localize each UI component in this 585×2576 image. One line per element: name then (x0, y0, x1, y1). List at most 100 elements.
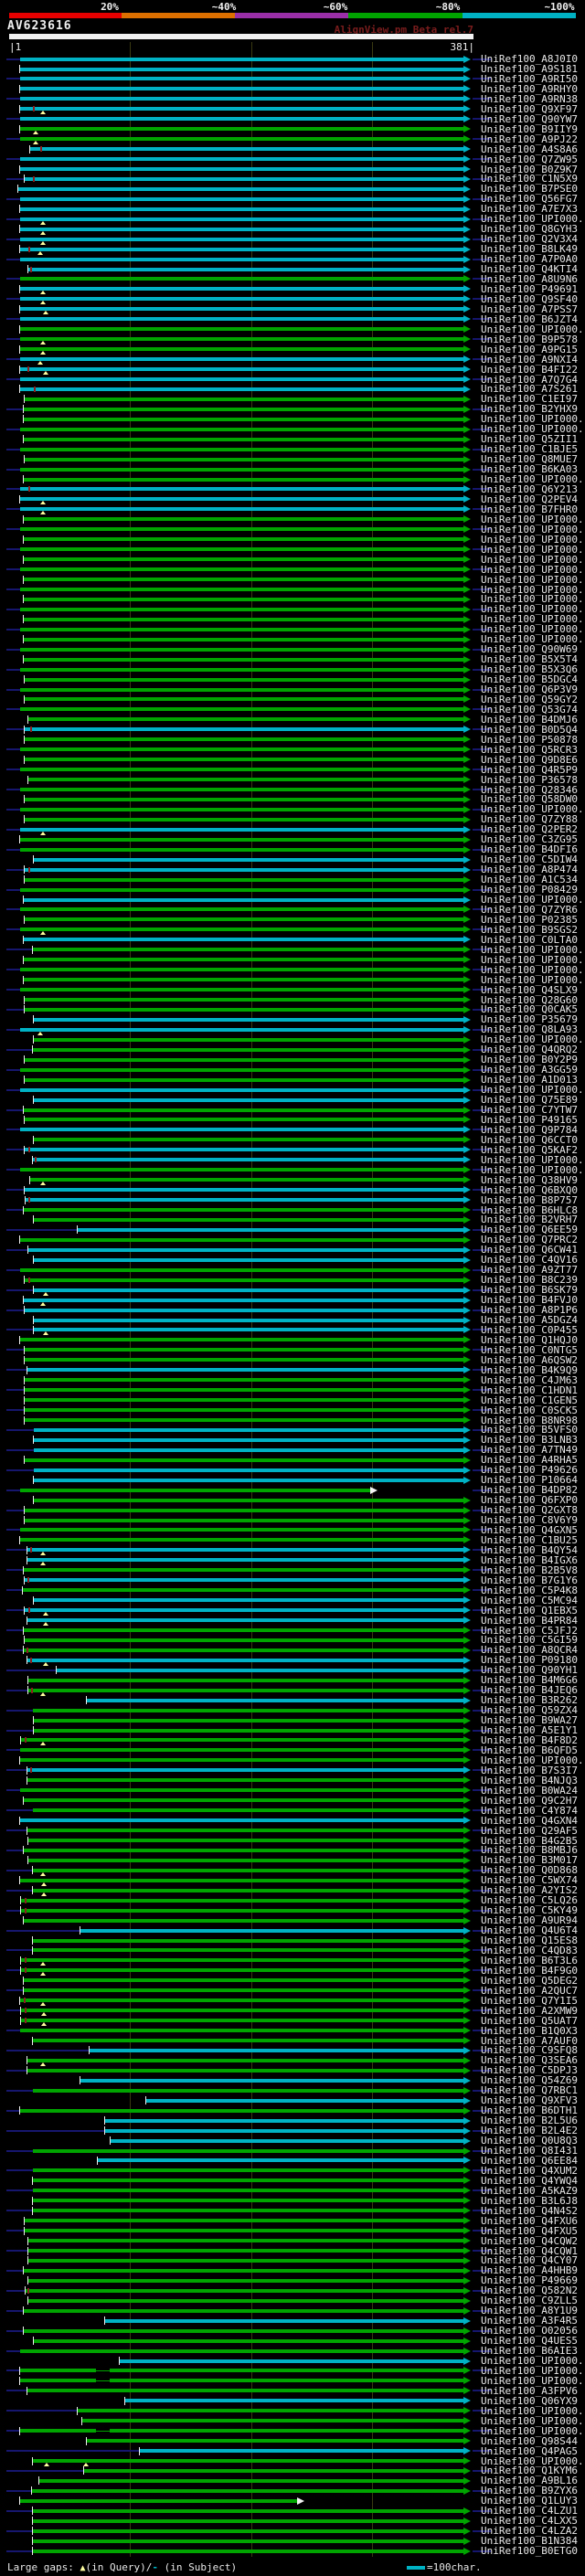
subject-overhang-left (6, 468, 20, 471)
subject-overhang-left (6, 2329, 24, 2332)
hit-arrow-icon (463, 2306, 471, 2315)
hit-row[interactable]: UniRef100_UPI000.. (0, 965, 585, 975)
hit-bar (34, 1328, 463, 1332)
hit-row[interactable]: UniRef100_A9PG15 (0, 345, 585, 355)
alignment-start-tick (20, 1906, 21, 1915)
hit-row[interactable]: UniRef100_A2XMW9 (0, 2006, 585, 2017)
hit-arrow-icon (463, 125, 471, 133)
hit-bar (146, 2098, 463, 2103)
mismatch-tick (28, 1607, 30, 1614)
hit-arrow-icon (463, 2056, 471, 2064)
alignment-start-tick (81, 2416, 82, 2425)
hit-bar (33, 2168, 463, 2173)
hit-row[interactable]: UniRef100_B8P757 (0, 1195, 585, 1205)
hit-row[interactable]: UniRef100_Q38HV9 (0, 1173, 585, 1186)
hit-arrow-icon (463, 815, 471, 823)
subject-overhang-left (6, 1309, 25, 1311)
hit-row[interactable]: UniRef100_Q4FXU5 (0, 2226, 585, 2236)
hit-label: UniRef100_A4S8A6 (481, 143, 578, 155)
hit-row[interactable]: UniRef100_C1GEN5 (0, 1395, 585, 1405)
hit-arrow-icon (463, 2547, 471, 2555)
hit-row[interactable]: UniRef100_Q6BXQ0 (0, 1185, 585, 1195)
hit-arrow-icon (463, 1156, 471, 1164)
alignment-start-tick (23, 1986, 24, 1995)
hit-arrow-icon (463, 2327, 471, 2335)
subject-overhang-left (6, 1129, 20, 1131)
hit-bar (20, 196, 463, 201)
hit-arrow-icon (463, 1166, 471, 1174)
alignment-start-tick (32, 2527, 33, 2536)
hit-row[interactable]: UniRef100_B1Q0X3 (0, 2026, 585, 2036)
hit-arrow-icon (463, 265, 471, 273)
hit-label: UniRef100_B4FI22 (481, 363, 578, 376)
hit-bar (25, 797, 463, 801)
hit-row[interactable]: UniRef100_B4PR84 (0, 1616, 585, 1626)
hit-arrow-icon (463, 485, 471, 493)
hit-arrow-icon (463, 2457, 471, 2465)
mismatch-tick (28, 246, 30, 252)
hit-arrow-icon (463, 1225, 471, 1234)
hit-bar (20, 847, 463, 852)
hit-row[interactable]: UniRef100_A9PJ22 (0, 134, 585, 145)
hit-arrow-icon (463, 2466, 471, 2475)
hit-row[interactable]: UniRef100_Q29AF5 (0, 1826, 585, 1836)
hit-bar (20, 317, 463, 322)
subject-overhang-left (6, 1849, 24, 1851)
hit-bar (24, 897, 463, 902)
hit-row[interactable]: UniRef100_A9NXI4 (0, 355, 585, 366)
hit-row[interactable]: UniRef100_Q4R5P9 (0, 765, 585, 775)
hit-row[interactable]: UniRef100_UPI000.. (0, 545, 585, 555)
alignment-start-tick (32, 2036, 33, 2045)
hit-row[interactable]: UniRef100_C1HDN1 (0, 1385, 585, 1395)
hit-row[interactable]: UniRef100_C4Y874 (0, 1806, 585, 1816)
hit-label: UniRef100_Q9C2H7 (481, 1794, 578, 1807)
alignment-start-tick (33, 1015, 34, 1024)
hit-bar (25, 737, 463, 742)
hit-row[interactable]: UniRef100_Q5UAT7 (0, 2016, 585, 2027)
hit-bar (25, 867, 463, 872)
hit-row[interactable]: UniRef100_Q4FXU6 (0, 2216, 585, 2226)
hit-row[interactable]: UniRef100_Q4PAG5 (0, 2446, 585, 2456)
hit-row[interactable]: UniRef100_C5MC94 (0, 1595, 585, 1606)
hit-bar (20, 287, 463, 292)
hit-arrow-icon (463, 1035, 471, 1044)
hit-label: UniRef100_P36578 (481, 773, 578, 786)
hit-arrow-icon (463, 1496, 471, 1504)
alignment-start-tick (19, 385, 20, 394)
hit-bar (20, 237, 463, 241)
alignment-start-tick (17, 185, 18, 194)
alignment-start-tick (24, 735, 25, 744)
hit-row[interactable]: UniRef100_B4FI22 (0, 365, 585, 375)
hit-bar (20, 2029, 463, 2032)
hit-row[interactable]: UniRef100_Q4GXN4 (0, 1816, 585, 1826)
hit-row[interactable]: UniRef100_UPI000.. (0, 2426, 585, 2436)
hit-bar (20, 97, 463, 101)
hit-row[interactable]: UniRef100_UPI000.. (0, 575, 585, 585)
hit-row[interactable]: UniRef100_Q9C2H7 (0, 1796, 585, 1806)
hit-arrow-icon (463, 825, 471, 833)
hit-arrow-icon (297, 2496, 304, 2505)
hit-row[interactable]: UniRef100_Q4SLX9 (0, 985, 585, 995)
hit-row[interactable]: UniRef100_A4S8A6 (0, 144, 585, 154)
alignment-start-tick (77, 2406, 78, 2415)
hit-bar (20, 1027, 463, 1032)
hit-label: UniRef100_Q7ZW95 (481, 153, 578, 165)
hit-row[interactable]: UniRef100_UPI000.. (0, 555, 585, 565)
hit-label: UniRef100_Q38HV9 (481, 1173, 578, 1186)
hit-row[interactable]: UniRef100_B0ETG0 (0, 2546, 585, 2556)
hit-row[interactable]: UniRef100_C0SCK5 (0, 1405, 585, 1415)
score-key-segment (463, 13, 576, 18)
hit-row[interactable]: UniRef100_UPI000.. (0, 975, 585, 985)
hit-row[interactable]: UniRef100_Q98S44 (0, 2436, 585, 2446)
hit-row[interactable]: UniRef100_Q1EBX5 (0, 1606, 585, 1617)
hit-bar (24, 407, 463, 411)
hit-row[interactable]: UniRef100_Q9D8E6 (0, 755, 585, 765)
hit-row[interactable]: UniRef100_Q4CQW2 (0, 2236, 585, 2246)
alignment-start-tick (19, 225, 20, 234)
hit-row[interactable]: UniRef100_Q7ZW95 (0, 154, 585, 164)
hit-row[interactable]: UniRef100_P36578 (0, 775, 585, 785)
alignment-start-tick (27, 1836, 28, 1845)
subject-overhang-left (6, 1108, 24, 1111)
hit-row[interactable]: UniRef100_UPI000.. (0, 565, 585, 575)
hit-bar (20, 2348, 463, 2353)
